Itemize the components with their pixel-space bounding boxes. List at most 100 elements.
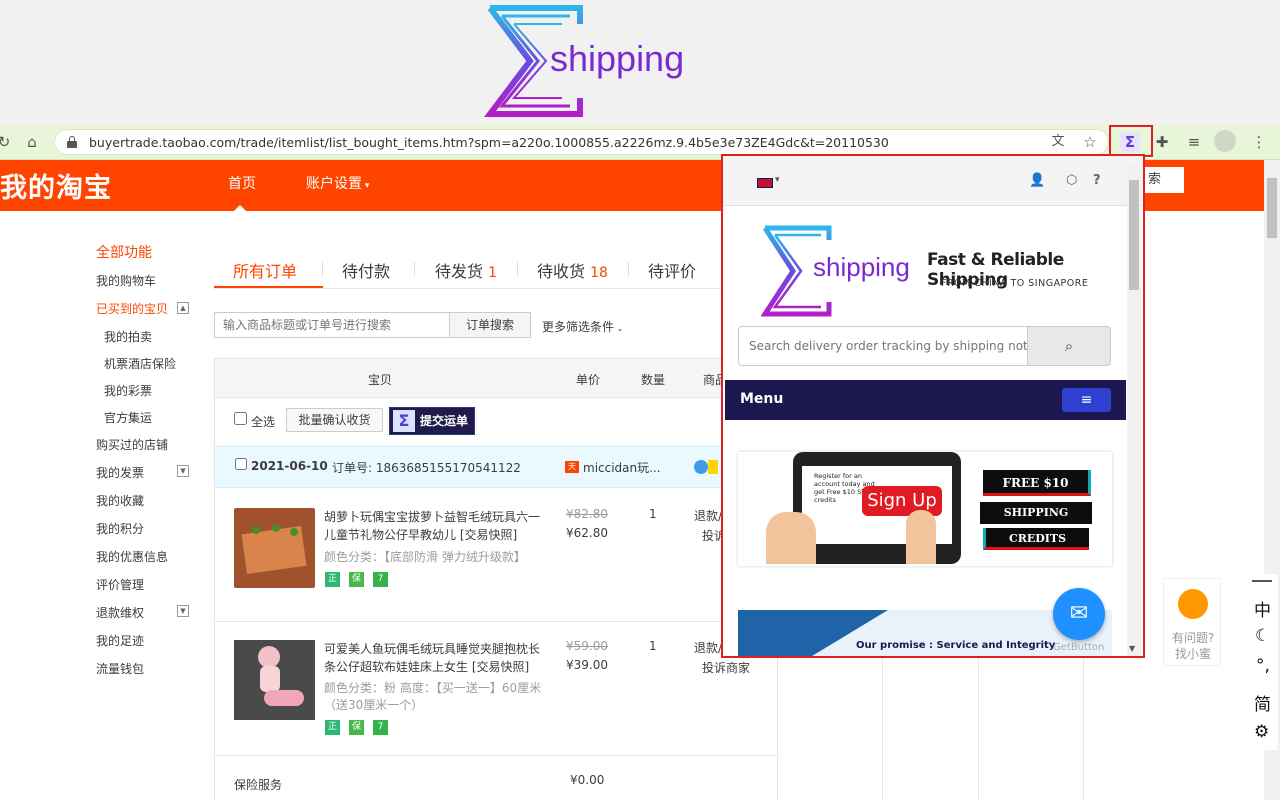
promo-shipping-label: SHIPPING <box>980 502 1092 524</box>
more-filters-link[interactable]: 更多筛选条件 ⌄ <box>542 318 623 335</box>
mermaid-tail-image <box>264 690 304 706</box>
insurance-price: ¥0.00 <box>570 773 605 787</box>
popup-topbar <box>723 156 1143 206</box>
sidebar-item-data-wallet[interactable]: 流量钱包 <box>96 660 144 677</box>
item-thumbnail[interactable] <box>234 640 315 720</box>
sidebar-item-coupons[interactable]: 我的优惠信息 <box>96 548 168 565</box>
scroll-down-arrow-icon[interactable]: ▼ <box>1129 644 1135 653</box>
ime-simplified[interactable]: 简 <box>1254 690 1271 715</box>
uk-flag-icon[interactable] <box>757 178 773 188</box>
expand-icon[interactable]: ▼ <box>177 605 189 617</box>
more-filters-label: 更多筛选条件 <box>542 320 615 334</box>
url-text: buyertrade.taobao.com/trade/itemlist/lis… <box>89 135 889 150</box>
sigma-icon: Σ <box>393 410 415 432</box>
tab-label: 待付款 <box>342 262 391 281</box>
popup-scrollbar[interactable]: ▼ <box>1127 164 1141 656</box>
star-icon[interactable]: ☆ <box>1080 132 1100 152</box>
tab-pending-receipt[interactable]: 待收货 18 <box>537 258 608 282</box>
signup-button[interactable]: Sign Up <box>862 486 942 516</box>
punctuation-icon[interactable]: °, <box>1256 656 1270 676</box>
sidebar-item-shops[interactable]: 购买过的店铺 <box>96 436 168 453</box>
leaf-shape <box>290 528 298 536</box>
nav-account-settings[interactable]: 账户设置 ▾ <box>306 173 369 193</box>
sidebar-item-bought[interactable]: 已买到的宝贝 <box>96 300 168 317</box>
tab-label: 待发货 <box>435 262 484 281</box>
select-all-checkbox[interactable] <box>234 412 247 425</box>
sidebar-item-points[interactable]: 我的积分 <box>96 520 144 537</box>
scrollbar-thumb[interactable] <box>1129 180 1139 290</box>
item-thumbnail[interactable] <box>234 508 315 588</box>
tab-pending-shipment[interactable]: 待发货 1 <box>435 258 497 282</box>
chevron-down-icon[interactable]: ▾ <box>775 175 780 185</box>
item-variant: 颜色分类：【底部防滑 弹力绒升级款】 <box>324 550 526 564</box>
sidebar-item-cart[interactable]: 我的购物车 <box>96 272 156 289</box>
page-scrollbar-thumb[interactable] <box>1267 178 1277 238</box>
header-qty: 数量 <box>641 373 666 387</box>
order-number: 订单号: 1863685155170541122 <box>332 461 521 475</box>
table-border <box>214 398 215 800</box>
ime-toolbar: 中 ☾ °, 简 ⚙ <box>1248 574 1278 750</box>
item-title[interactable]: 可爱美人鱼玩偶毛绒玩具睡觉夹腿抱枕长条公仔超软布娃娃床上女生 [交易快照] <box>324 640 546 676</box>
nav-home[interactable]: 首页 <box>228 173 256 193</box>
order-search-button[interactable]: 订单搜索 <box>449 312 531 338</box>
item-title[interactable]: 胡萝卜玩偶宝宝拔萝卜益智毛绒玩具六一儿童节礼物公仔早教幼儿 [交易快照] <box>324 508 546 544</box>
order-checkbox[interactable] <box>235 458 247 470</box>
submit-waybill-button[interactable]: Σ 提交运单 <box>389 407 475 435</box>
extensions-puzzle-icon[interactable]: ✚ <box>1152 132 1172 152</box>
mermaid-head-image <box>258 646 280 668</box>
item-variant: 颜色分类：粉 高度：【买一送一】60厘米（送30厘米一个） <box>324 681 542 712</box>
sidebar-item-reviews[interactable]: 评价管理 <box>96 576 144 593</box>
tab-pending-review[interactable]: 待评价 <box>648 258 696 282</box>
package-icon[interactable]: ⬡ <box>1066 173 1077 188</box>
promo-banner[interactable]: Register for an account today and get Fr… <box>738 452 1112 566</box>
sidebar-item-invoice[interactable]: 我的发票 <box>96 464 144 481</box>
messenger-chat-icon[interactable]: ✉ <box>1053 588 1105 640</box>
sidebar-item-refunds[interactable]: 退款维权 <box>96 604 144 621</box>
moon-icon[interactable]: ☾ <box>1255 626 1270 646</box>
tracking-search-input[interactable] <box>738 326 1028 366</box>
refund-link[interactable]: 退款/ <box>694 507 722 524</box>
sigma-extension-icon[interactable]: Σ <box>1120 132 1140 152</box>
ime-chinese-mode[interactable]: 中 <box>1254 596 1271 621</box>
menu-dots-icon[interactable]: ⋮ <box>1249 132 1269 152</box>
help-widget[interactable]: 有问题? 找小蜜 <box>1163 578 1221 666</box>
shop-name[interactable]: miccidan玩... <box>583 459 661 476</box>
order-search-input[interactable] <box>214 312 450 338</box>
user-icon[interactable]: 👤 <box>1029 173 1045 188</box>
insurance-label: 保险服务 <box>234 778 283 792</box>
tab-pending-payment[interactable]: 待付款 <box>342 258 390 282</box>
item-original-price: ¥59.00 <box>566 639 608 653</box>
genuine-badge-icon: 正 <box>325 720 340 735</box>
refund-link[interactable]: 退款/ <box>694 639 722 656</box>
sidebar-item-footprints[interactable]: 我的足迹 <box>96 632 144 649</box>
search-icon[interactable]: ⌕ <box>1027 326 1111 366</box>
ime-grip-icon[interactable] <box>1252 580 1272 582</box>
profile-avatar[interactable] <box>1214 130 1236 152</box>
complaint-link[interactable]: 投诉商家 <box>702 659 750 676</box>
guarantee-badge-icon: 保 <box>349 720 364 735</box>
sidebar-item-consolidation[interactable]: 官方集运 <box>104 409 152 426</box>
home-icon[interactable]: ⌂ <box>22 132 42 152</box>
batch-confirm-button[interactable]: 批量确认收货 <box>286 408 383 432</box>
translate-icon[interactable]: 文 <box>1048 132 1068 152</box>
sidebar-item-lottery[interactable]: 我的彩票 <box>104 382 152 399</box>
sidebar-item-favorites[interactable]: 我的收藏 <box>96 492 144 509</box>
ime-settings-gear-icon[interactable]: ⚙ <box>1254 722 1269 742</box>
address-bar[interactable]: buyertrade.taobao.com/trade/itemlist/lis… <box>54 129 1109 155</box>
tab-all-orders[interactable]: 所有订单 <box>233 258 297 282</box>
shop-icon: 天 <box>565 461 579 473</box>
chat-icon[interactable] <box>694 460 708 474</box>
help-icon[interactable]: ? <box>1093 173 1101 188</box>
reload-icon[interactable]: ↻ <box>0 132 14 152</box>
extension-logo-banner: shipping <box>0 0 1280 124</box>
hamburger-menu-icon[interactable]: ≡ <box>1062 388 1111 412</box>
tab-label: 待评价 <box>648 262 697 281</box>
media-queue-icon[interactable]: ≡ <box>1184 132 1204 152</box>
collapse-icon[interactable]: ▲ <box>177 302 189 314</box>
sidebar-item-auction[interactable]: 我的拍卖 <box>104 328 152 345</box>
tab-label: 所有订单 <box>233 262 298 281</box>
popup-subtagline: FROM CHINA TO SINGAPORE <box>941 278 1089 289</box>
sidebar-item-all[interactable]: 全部功能 <box>96 242 152 262</box>
sidebar-item-travel[interactable]: 机票酒店保险 <box>104 355 176 372</box>
expand-icon[interactable]: ▼ <box>177 465 189 477</box>
